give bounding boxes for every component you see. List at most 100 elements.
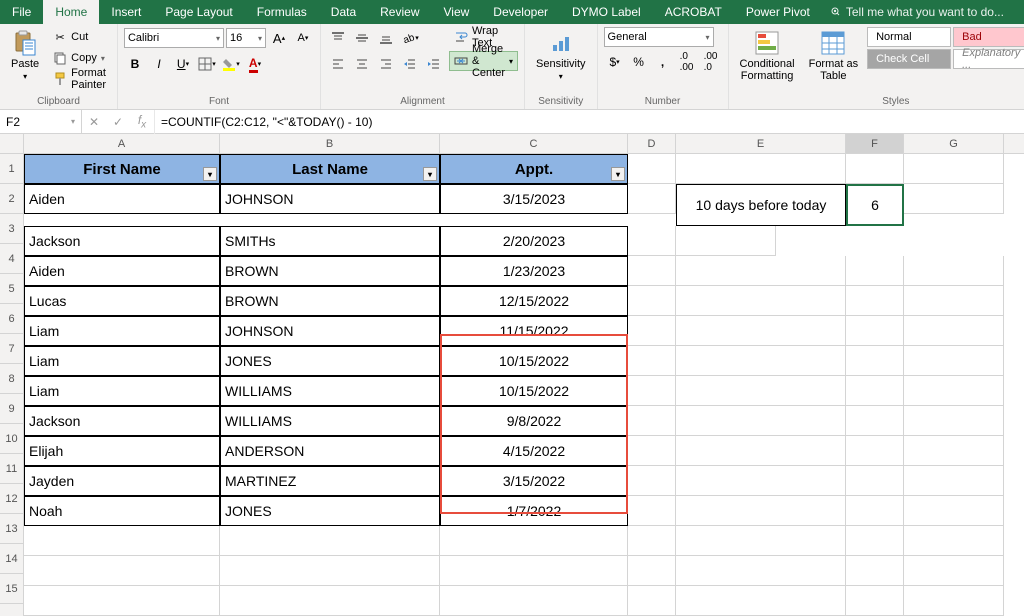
cell-B6[interactable]: JOHNSON xyxy=(220,316,440,346)
row-header-5[interactable]: 5 xyxy=(0,274,23,304)
cell-C13[interactable] xyxy=(440,526,628,556)
align-center-button[interactable] xyxy=(351,53,373,75)
increase-decimal-button[interactable]: .0.00 xyxy=(676,51,698,73)
cell-E11[interactable] xyxy=(676,466,846,496)
cell-E13[interactable] xyxy=(676,526,846,556)
cell-E2[interactable]: 10 days before today xyxy=(676,184,846,226)
cell-G8[interactable] xyxy=(904,376,1004,406)
cell-E14[interactable] xyxy=(676,556,846,586)
cell-E12[interactable] xyxy=(676,496,846,526)
cell-G7[interactable] xyxy=(904,346,1004,376)
row-header-1[interactable]: 1 xyxy=(0,154,23,184)
cell-E5[interactable] xyxy=(676,286,846,316)
cell-F5[interactable] xyxy=(846,286,904,316)
cell-C8[interactable]: 10/15/2022 xyxy=(440,376,628,406)
col-header-F[interactable]: F xyxy=(846,134,904,153)
cut-button[interactable]: ✂ Cut xyxy=(48,27,111,47)
number-format-select[interactable]: General▾ xyxy=(604,27,714,47)
cell-D6[interactable] xyxy=(628,316,676,346)
row-header-9[interactable]: 9 xyxy=(0,394,23,424)
name-box[interactable]: F2▾ xyxy=(0,110,82,133)
bold-button[interactable]: B xyxy=(124,53,146,75)
increase-indent-button[interactable] xyxy=(423,53,445,75)
filter-icon[interactable]: ▾ xyxy=(423,167,437,181)
cell-F15[interactable] xyxy=(846,586,904,616)
row-header-13[interactable]: 13 xyxy=(0,514,23,544)
cell-D1[interactable] xyxy=(628,154,676,184)
format-painter-button[interactable]: Format Painter xyxy=(48,69,111,89)
font-size-select[interactable]: 16▾ xyxy=(226,28,266,48)
paste-button[interactable]: Paste ▾ xyxy=(6,27,44,85)
cell-C10[interactable]: 4/15/2022 xyxy=(440,436,628,466)
cell-A14[interactable] xyxy=(24,556,220,586)
comma-format-button[interactable]: , xyxy=(652,51,674,73)
formula-input[interactable]: =COUNTIF(C2:C12, "<"&TODAY() - 10) xyxy=(155,115,1024,129)
row-header-10[interactable]: 10 xyxy=(0,424,23,454)
cell-A3[interactable]: Jackson xyxy=(24,226,220,256)
cell-A1[interactable]: First Name▾ xyxy=(24,154,220,184)
font-color-button[interactable]: A▾ xyxy=(244,53,266,75)
style-bad[interactable]: Bad xyxy=(953,27,1024,47)
format-as-table-button[interactable]: Format as Table xyxy=(804,27,864,85)
cell-G12[interactable] xyxy=(904,496,1004,526)
align-top-button[interactable] xyxy=(327,27,349,49)
cell-B13[interactable] xyxy=(220,526,440,556)
row-header-11[interactable]: 11 xyxy=(0,454,23,484)
cell-E4[interactable] xyxy=(676,256,846,286)
cell-E9[interactable] xyxy=(676,406,846,436)
cancel-formula-button[interactable]: ✕ xyxy=(82,110,106,134)
filter-icon[interactable]: ▾ xyxy=(203,167,217,181)
font-name-select[interactable]: Calibri▾ xyxy=(124,28,224,48)
cell-F4[interactable] xyxy=(846,256,904,286)
decrease-decimal-button[interactable]: .00.0 xyxy=(700,51,722,73)
cell-D15[interactable] xyxy=(628,586,676,616)
tab-file[interactable]: File xyxy=(0,0,43,24)
cell-C14[interactable] xyxy=(440,556,628,586)
cell-C9[interactable]: 9/8/2022 xyxy=(440,406,628,436)
cell-B11[interactable]: MARTINEZ xyxy=(220,466,440,496)
increase-font-button[interactable]: A▴ xyxy=(268,27,290,49)
cell-F6[interactable] xyxy=(846,316,904,346)
cell-C7[interactable]: 10/15/2022 xyxy=(440,346,628,376)
cell-D9[interactable] xyxy=(628,406,676,436)
cell-C12[interactable]: 1/7/2022 xyxy=(440,496,628,526)
cell-D14[interactable] xyxy=(628,556,676,586)
cell-C11[interactable]: 3/15/2022 xyxy=(440,466,628,496)
tab-home[interactable]: Home xyxy=(43,0,99,24)
cell-F2[interactable]: 6 xyxy=(846,184,904,226)
cell-A9[interactable]: Jackson xyxy=(24,406,220,436)
cell-F13[interactable] xyxy=(846,526,904,556)
cell-E1[interactable] xyxy=(676,154,846,184)
cell-E6[interactable] xyxy=(676,316,846,346)
tab-review[interactable]: Review xyxy=(368,0,431,24)
row-header-3[interactable]: 3 xyxy=(0,214,23,244)
cell-F1[interactable] xyxy=(846,154,904,184)
cell-A15[interactable] xyxy=(24,586,220,616)
filter-icon[interactable]: ▾ xyxy=(611,167,625,181)
col-header-E[interactable]: E xyxy=(676,134,846,153)
cell-E15[interactable] xyxy=(676,586,846,616)
cell-G14[interactable] xyxy=(904,556,1004,586)
cell-G9[interactable] xyxy=(904,406,1004,436)
cell-D8[interactable] xyxy=(628,376,676,406)
cell-B15[interactable] xyxy=(220,586,440,616)
underline-button[interactable]: U▾ xyxy=(172,53,194,75)
cell-G10[interactable] xyxy=(904,436,1004,466)
style-check-cell[interactable]: Check Cell xyxy=(867,49,951,69)
cell-B1[interactable]: Last Name▾ xyxy=(220,154,440,184)
cell-E7[interactable] xyxy=(676,346,846,376)
cell-C6[interactable]: 11/15/2022 xyxy=(440,316,628,346)
merge-center-button[interactable]: Merge & Center ▾ xyxy=(449,51,518,71)
cell-A5[interactable]: Lucas xyxy=(24,286,220,316)
enter-formula-button[interactable]: ✓ xyxy=(106,110,130,134)
insert-function-button[interactable]: fx xyxy=(130,110,154,134)
row-header-7[interactable]: 7 xyxy=(0,334,23,364)
cell-D2[interactable] xyxy=(628,184,676,214)
cell-C1[interactable]: Appt.▾ xyxy=(440,154,628,184)
cell-B14[interactable] xyxy=(220,556,440,586)
cell-D4[interactable] xyxy=(628,256,676,286)
row-header-4[interactable]: 4 xyxy=(0,244,23,274)
copy-button[interactable]: Copy ▾ xyxy=(48,48,111,68)
style-normal[interactable]: Normal xyxy=(867,27,951,47)
col-header-D[interactable]: D xyxy=(628,134,676,153)
